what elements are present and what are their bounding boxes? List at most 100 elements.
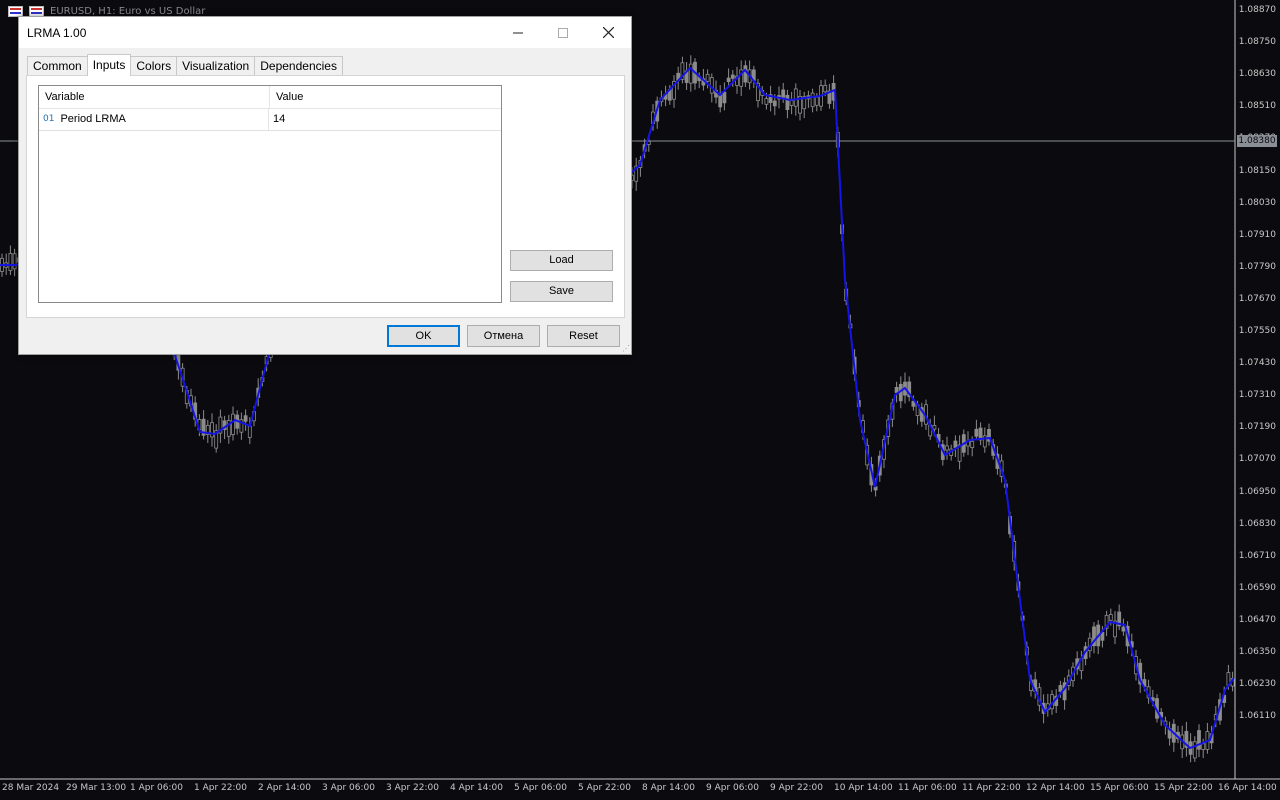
candle-body	[1108, 614, 1113, 621]
candle-body	[894, 386, 899, 393]
time-label: 15 Apr 22:00	[1154, 783, 1213, 793]
candle-body	[210, 422, 214, 438]
time-label: 16 Apr 14:00	[1218, 783, 1277, 793]
time-label: 3 Apr 06:00	[322, 783, 375, 793]
tab-common[interactable]: Common	[27, 56, 88, 76]
price-label: 1.07310	[1238, 390, 1276, 401]
price-label: 1.06110	[1238, 711, 1276, 722]
candle-body	[705, 73, 710, 82]
value-cell[interactable]: 14	[269, 109, 285, 130]
time-label: 5 Apr 22:00	[578, 783, 631, 793]
price-label: 1.08870	[1238, 5, 1276, 15]
time-label: 9 Apr 06:00	[706, 783, 759, 793]
inputs-grid: Variable Value 01 Period LRMA 14	[38, 85, 502, 303]
time-label: 4 Apr 14:00	[450, 783, 503, 793]
time-label: 3 Apr 22:00	[386, 783, 439, 793]
price-label: 1.08750	[1238, 37, 1276, 48]
minimize-icon	[513, 32, 523, 33]
candle-body	[953, 440, 958, 448]
reset-button[interactable]: Reset	[547, 325, 620, 347]
candle-body	[945, 445, 949, 451]
variable-cell[interactable]: 01 Period LRMA	[39, 109, 269, 130]
dialog-titlebar[interactable]: LRMA 1.00	[19, 17, 631, 48]
tab-colors[interactable]: Colors	[130, 56, 178, 76]
candle-body	[1201, 743, 1206, 750]
candle-body	[1058, 685, 1063, 692]
price-label: 1.06950	[1238, 486, 1276, 497]
tab-dependencies[interactable]: Dependencies	[254, 56, 343, 76]
candle-body	[243, 415, 248, 422]
candle-body	[722, 91, 727, 104]
load-button[interactable]: Load	[510, 250, 613, 271]
price-label: 1.08510	[1238, 101, 1276, 112]
candle-body	[974, 428, 979, 437]
candle-body	[810, 92, 815, 108]
price-label: 1.07190	[1238, 422, 1276, 433]
cancel-button[interactable]: Отмена	[467, 325, 540, 347]
time-label: 12 Apr 14:00	[1026, 783, 1085, 793]
candle-body	[247, 425, 252, 438]
save-button[interactable]: Save	[510, 281, 613, 302]
maximize-button	[540, 17, 586, 48]
price-label: 1.08030	[1238, 197, 1276, 208]
price-label: 1.06230	[1238, 679, 1276, 690]
price-label: 1.07670	[1238, 293, 1276, 304]
price-label: 1.07910	[1238, 229, 1276, 240]
price-label: 1.06470	[1238, 614, 1276, 625]
tab-visualization[interactable]: Visualization	[176, 56, 256, 76]
tab-inputs[interactable]: Inputs	[86, 54, 132, 76]
time-label: 5 Apr 06:00	[514, 783, 567, 793]
dialog-title: LRMA 1.00	[27, 25, 87, 40]
resize-grip-icon[interactable]: ⋰	[622, 345, 630, 353]
candle-body	[781, 89, 786, 98]
time-label: 11 Apr 06:00	[898, 783, 957, 793]
close-icon	[602, 27, 614, 38]
column-header-value[interactable]: Value	[270, 86, 303, 108]
table-row[interactable]: 01 Period LRMA 14	[39, 109, 501, 131]
candle-body	[730, 74, 735, 79]
ok-button[interactable]: OK	[387, 325, 460, 347]
price-label: 1.06590	[1238, 582, 1276, 593]
time-label: 1 Apr 06:00	[130, 783, 183, 793]
candle-body	[785, 94, 790, 111]
candle-body	[726, 77, 731, 83]
time-label: 15 Apr 06:00	[1090, 783, 1149, 793]
time-label: 1 Apr 22:00	[194, 783, 247, 793]
price-label: 1.07790	[1238, 261, 1276, 272]
candle-body	[970, 440, 975, 448]
candle-body	[764, 98, 769, 105]
time-label: 28 Mar 2024	[2, 783, 60, 793]
candle-body	[231, 413, 235, 435]
candle-body	[743, 65, 748, 83]
time-label: 8 Apr 14:00	[642, 783, 695, 793]
price-label: 1.07070	[1238, 454, 1276, 465]
time-label: 2 Apr 14:00	[258, 783, 311, 793]
integer-type-icon: 01	[43, 114, 55, 124]
maximize-icon	[558, 27, 568, 38]
candle-body	[789, 100, 794, 106]
variable-name: Period LRMA	[60, 113, 126, 125]
time-label: 11 Apr 22:00	[962, 783, 1021, 793]
time-label: 9 Apr 22:00	[770, 783, 823, 793]
time-label: 29 Mar 13:00	[66, 783, 127, 793]
candle-body	[1121, 626, 1126, 632]
grid-header: Variable Value	[39, 86, 501, 109]
price-label: 1.08630	[1238, 69, 1276, 80]
candle-body	[12, 253, 17, 270]
close-button[interactable]	[585, 17, 631, 48]
column-header-variable[interactable]: Variable	[39, 86, 270, 108]
candle-body	[1197, 730, 1201, 750]
minimize-button[interactable]	[495, 17, 541, 48]
candle-body	[932, 425, 937, 430]
price-label: 1.07550	[1238, 326, 1276, 336]
candle-body	[8, 253, 13, 271]
time-label: 10 Apr 14:00	[834, 783, 893, 793]
candle-body	[1192, 741, 1197, 759]
candle-body	[793, 88, 798, 107]
candle-body	[823, 84, 828, 93]
price-label: 1.06830	[1238, 518, 1276, 529]
inputs-panel: Variable Value 01 Period LRMA 14 Load Sa…	[26, 75, 625, 318]
price-label: 1.06710	[1238, 550, 1276, 561]
tab-bar: Common Inputs Colors Visualization Depen…	[27, 54, 343, 76]
candle-body	[814, 96, 819, 106]
